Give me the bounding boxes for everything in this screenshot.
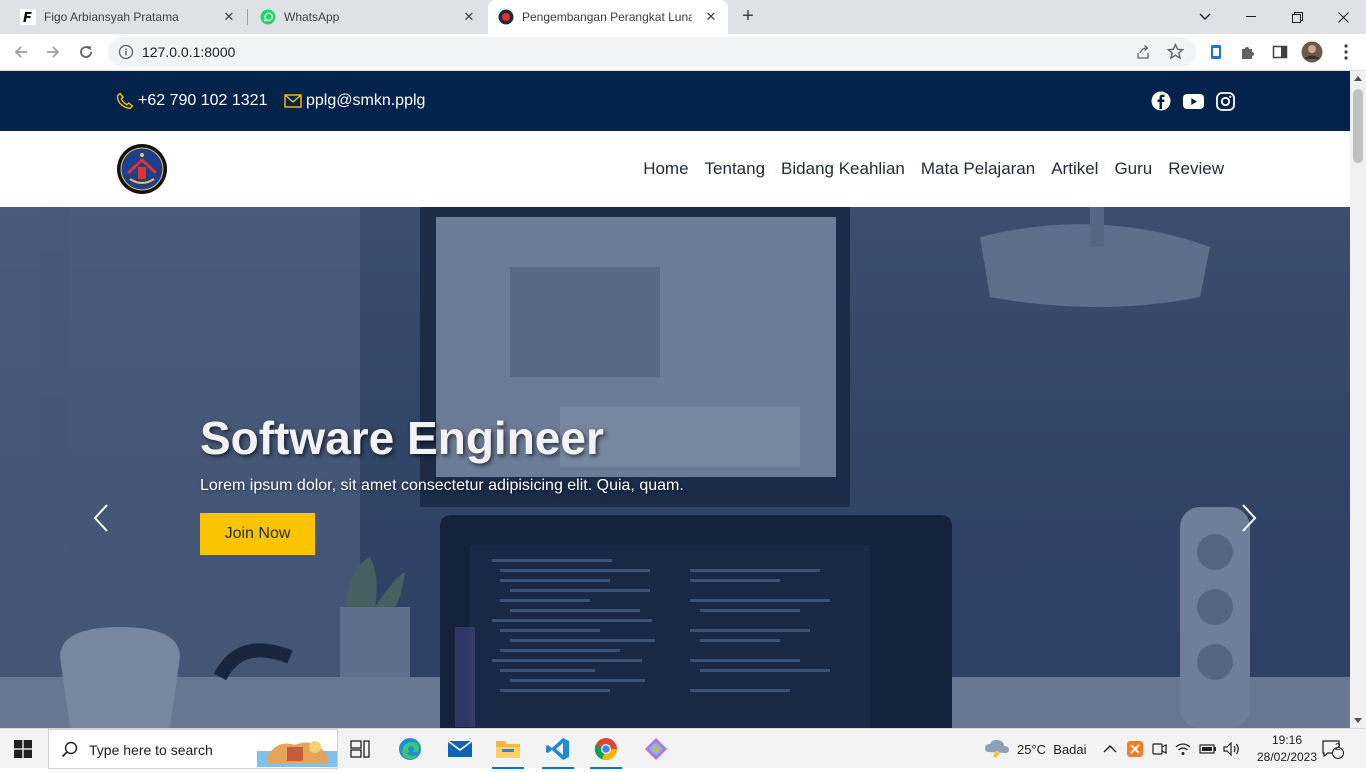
f-logo-icon: F bbox=[20, 9, 36, 25]
search-highlight-image bbox=[257, 733, 337, 772]
browser-tab-strip: F Figo Arbiansyah Pratama ✕ WhatsApp ✕ P… bbox=[0, 0, 1366, 34]
windows-start-icon[interactable] bbox=[14, 740, 32, 758]
tab-title: WhatsApp bbox=[284, 10, 340, 24]
search-icon bbox=[61, 741, 78, 763]
close-tab-icon[interactable]: ✕ bbox=[704, 10, 718, 24]
browser-menu-icon[interactable] bbox=[1334, 40, 1358, 64]
new-tab-button[interactable]: + bbox=[737, 6, 759, 28]
file-explorer-icon[interactable] bbox=[486, 729, 530, 769]
nav-item-home[interactable]: Home bbox=[643, 159, 688, 179]
hero-title: Software Engineer bbox=[200, 412, 604, 464]
nav-item-review[interactable]: Review bbox=[1168, 159, 1224, 179]
email-address: pplg@smkn.pplg bbox=[306, 92, 426, 109]
close-tab-icon[interactable]: ✕ bbox=[222, 10, 236, 24]
scroll-up-arrow-icon[interactable] bbox=[1354, 76, 1362, 81]
tab-search-icon[interactable] bbox=[1182, 0, 1228, 34]
nav-item-bidang-keahlian[interactable]: Bidang Keahlian bbox=[781, 159, 905, 179]
battery-icon[interactable] bbox=[1199, 729, 1217, 769]
tab-title: Figo Arbiansyah Pratama bbox=[44, 10, 179, 24]
nav-menu: Home Tentang Bidang Keahlian Mata Pelaja… bbox=[627, 131, 1224, 207]
carousel-next-chevron-icon[interactable] bbox=[1238, 503, 1258, 533]
windows-taskbar: Type here to search 25°C Badai 19:16 28/… bbox=[0, 728, 1366, 769]
search-placeholder: Type here to search bbox=[89, 742, 213, 758]
close-window-button[interactable] bbox=[1320, 0, 1366, 34]
clock-time: 19:16 bbox=[1271, 733, 1303, 747]
storm-cloud-icon bbox=[985, 739, 1009, 760]
tab-title: Pengembangan Perangkat Lunak bbox=[522, 10, 692, 24]
system-clock[interactable]: 19:16 28/02/2023 bbox=[1256, 732, 1318, 766]
school-logo[interactable] bbox=[116, 143, 168, 195]
envelope-icon bbox=[284, 94, 302, 108]
xampp-icon[interactable] bbox=[1127, 729, 1143, 769]
school-logo-icon bbox=[498, 9, 514, 25]
phone-icon bbox=[116, 92, 134, 110]
site-info-icon[interactable] bbox=[118, 44, 134, 65]
vscode-icon[interactable] bbox=[536, 729, 580, 769]
browser-toolbar: 127.0.0.1:8000 bbox=[0, 34, 1366, 71]
carousel-prev-chevron-icon[interactable] bbox=[92, 503, 112, 533]
tab-pplg[interactable]: Pengembangan Perangkat Lunak ✕ bbox=[488, 0, 728, 34]
tab-whatsapp[interactable]: WhatsApp ✕ bbox=[248, 0, 486, 34]
nav-item-artikel[interactable]: Artikel bbox=[1051, 159, 1098, 179]
page-scrollbar[interactable] bbox=[1350, 71, 1366, 728]
chrome-icon[interactable] bbox=[584, 729, 628, 769]
forward-arrow-icon[interactable] bbox=[41, 40, 65, 64]
notification-center-icon[interactable]: 2 bbox=[1322, 729, 1344, 769]
url-text: 127.0.0.1:8000 bbox=[142, 44, 236, 60]
scrollbar-thumb[interactable] bbox=[1353, 89, 1363, 163]
nav-item-mata-pelajaran[interactable]: Mata Pelajaran bbox=[921, 159, 1035, 179]
facebook-icon[interactable] bbox=[1150, 90, 1172, 112]
youtube-icon[interactable] bbox=[1182, 90, 1204, 112]
join-now-button[interactable]: Join Now bbox=[200, 513, 315, 555]
git-client-icon[interactable] bbox=[634, 729, 678, 769]
tab-figo[interactable]: F Figo Arbiansyah Pratama ✕ bbox=[0, 0, 246, 34]
address-bar[interactable]: 127.0.0.1:8000 bbox=[108, 37, 1196, 67]
wifi-icon[interactable] bbox=[1175, 729, 1191, 769]
task-view-icon[interactable] bbox=[338, 729, 382, 769]
whatsapp-icon bbox=[260, 9, 276, 25]
bookmark-star-icon[interactable] bbox=[1166, 42, 1185, 65]
extensions-puzzle-icon[interactable] bbox=[1236, 40, 1260, 64]
clock-date: 28/02/2023 bbox=[1256, 750, 1318, 764]
restore-button[interactable] bbox=[1274, 0, 1320, 34]
svg-text:F: F bbox=[23, 11, 32, 25]
weather-widget[interactable]: 25°C Badai bbox=[984, 729, 1087, 769]
taskbar-search-box[interactable]: Type here to search bbox=[48, 729, 338, 769]
volume-icon[interactable] bbox=[1223, 729, 1241, 769]
minimize-button[interactable] bbox=[1228, 0, 1274, 34]
reload-icon[interactable] bbox=[74, 40, 98, 64]
meet-now-icon[interactable] bbox=[1151, 729, 1167, 769]
notification-count-badge: 2 bbox=[1335, 742, 1341, 753]
scroll-down-arrow-icon[interactable] bbox=[1354, 718, 1362, 723]
phone-number: +62 790 102 1321 bbox=[138, 92, 268, 109]
hero-overlay bbox=[0, 207, 1350, 728]
email-contact[interactable]: pplg@smkn.pplg bbox=[284, 71, 425, 131]
mail-icon[interactable] bbox=[438, 729, 482, 769]
hero-carousel: Software Engineer Lorem ipsum dolor, sit… bbox=[0, 207, 1350, 728]
nav-item-tentang[interactable]: Tentang bbox=[705, 159, 766, 179]
back-arrow-icon[interactable] bbox=[9, 40, 33, 64]
share-icon[interactable] bbox=[1135, 44, 1151, 65]
weather-text: 25°C Badai bbox=[1017, 741, 1087, 757]
hero-subtitle: Lorem ipsum dolor, sit amet consectetur … bbox=[200, 477, 684, 494]
nav-item-guru[interactable]: Guru bbox=[1114, 159, 1152, 179]
profile-avatar[interactable] bbox=[1300, 40, 1324, 64]
contact-bar: +62 790 102 1321 pplg@smkn.pplg bbox=[0, 71, 1350, 131]
extension-docs-icon[interactable] bbox=[1204, 40, 1228, 64]
phone-contact[interactable]: +62 790 102 1321 bbox=[116, 71, 267, 131]
page-viewport: +62 790 102 1321 pplg@smkn.pplg Home Ten… bbox=[0, 71, 1350, 728]
side-panel-icon[interactable] bbox=[1268, 40, 1292, 64]
edge-browser-icon[interactable] bbox=[388, 729, 432, 769]
show-hidden-icons-chevron-icon[interactable] bbox=[1103, 729, 1117, 769]
main-navbar: Home Tentang Bidang Keahlian Mata Pelaja… bbox=[0, 131, 1350, 207]
instagram-icon[interactable] bbox=[1214, 90, 1236, 112]
close-tab-icon[interactable]: ✕ bbox=[462, 10, 476, 24]
